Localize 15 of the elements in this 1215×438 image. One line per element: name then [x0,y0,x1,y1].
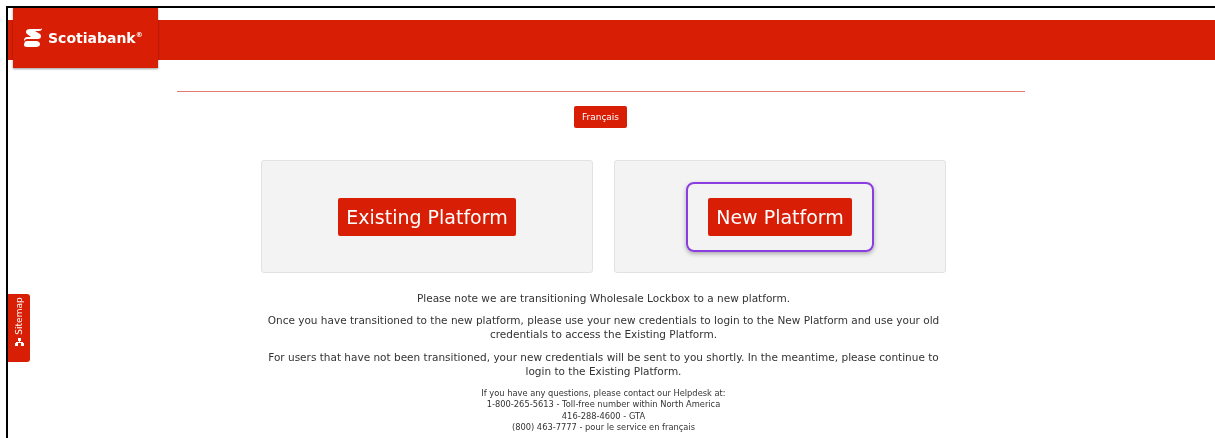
logo-panel[interactable]: Scotiabank$^{®}$ [13,8,158,68]
helpdesk-text: 1-800-265-5613 - Toll-free number within North America [486,399,721,411]
logo-icon [24,28,42,48]
helpdesk-text: 416-288-4600 - GTA [561,410,646,423]
platform-button[interactable]: Existing Platform [338,197,516,236]
helpdesk-text: (800) 463-7777 - pour le service en français [511,422,696,434]
platform-button[interactable]: New Platform [708,197,852,236]
notice-text: Once you have transitioned to the new platform, please use your new credentials to login to the New Platform and use your old credentials to access the Existing Platform. [266,313,941,342]
sitemap-icon [14,337,24,346]
notice-text: Please note we are transitioning Wholesale Lockbox to a new platform. [415,291,792,306]
language-button[interactable]: Français [573,106,628,128]
logo-text: Scotiabank$^{®}$ [48,30,143,46]
helpdesk-text: If you have any questions, please contact our Helpdesk at: [481,387,726,400]
notice-text: For users that have not been transitioned, your new credentials will be sent to you shortly. In the meantime, please continue to login to the Existing Platform. [267,349,940,378]
sitemap-tab[interactable]: Sitemap [8,294,30,362]
